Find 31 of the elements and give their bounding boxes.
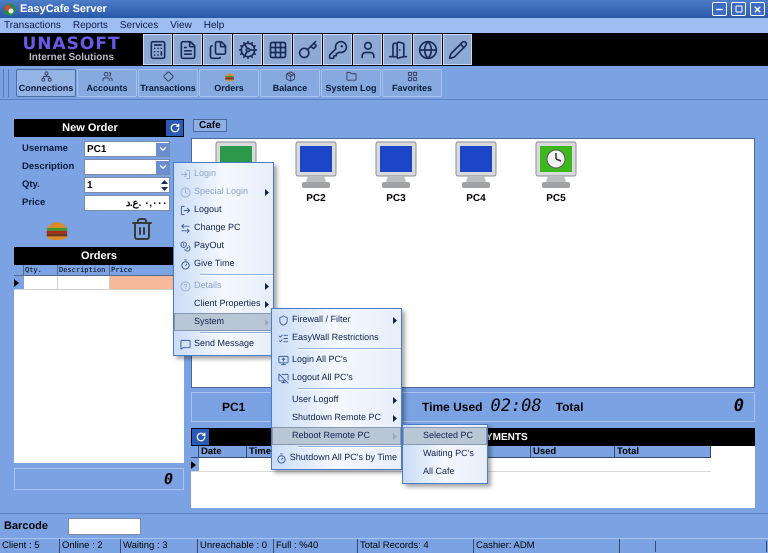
status-field: Total Records: 4	[358, 538, 474, 553]
pc-label: PC3	[386, 192, 406, 206]
status-field: Waiting : 3	[121, 538, 198, 553]
barcode-label: Barcode	[4, 518, 50, 534]
status-field: Full : %40	[274, 538, 358, 553]
status-field: Online : 2	[60, 538, 121, 553]
status-field: Cashier: ADM	[474, 538, 620, 553]
logo-subtitle: Internet Solutions	[29, 53, 114, 63]
window-title: EasyCafe Server	[20, 2, 108, 17]
column-header: Date	[199, 446, 247, 457]
pc-label: PC4	[466, 192, 486, 206]
panel-title: YMENTS	[486, 430, 528, 444]
field-label: Qty.	[21, 178, 41, 192]
field-label: Description	[21, 160, 76, 174]
time-used-label: Time Used	[422, 399, 482, 416]
pc-name: PC1	[222, 399, 246, 416]
column-header: Total	[615, 446, 711, 457]
logo-title: UNASOFT	[22, 36, 121, 53]
time-used-display: 02:08	[490, 395, 542, 418]
field-label: Price	[21, 196, 46, 210]
total-display: 0	[734, 395, 744, 418]
pc-label: PC5	[546, 192, 566, 206]
column-header: Used	[531, 446, 615, 457]
status-field: Unreachable : 0	[198, 538, 274, 553]
status-field: Client : 5	[0, 538, 60, 553]
total-label: Total	[556, 399, 584, 416]
total-display: 0	[14, 468, 184, 490]
panel-title: New Order	[61, 120, 119, 136]
panel-title: Orders	[80, 248, 118, 264]
pc-label: PC2	[306, 192, 326, 206]
field-label: Username	[21, 142, 69, 156]
